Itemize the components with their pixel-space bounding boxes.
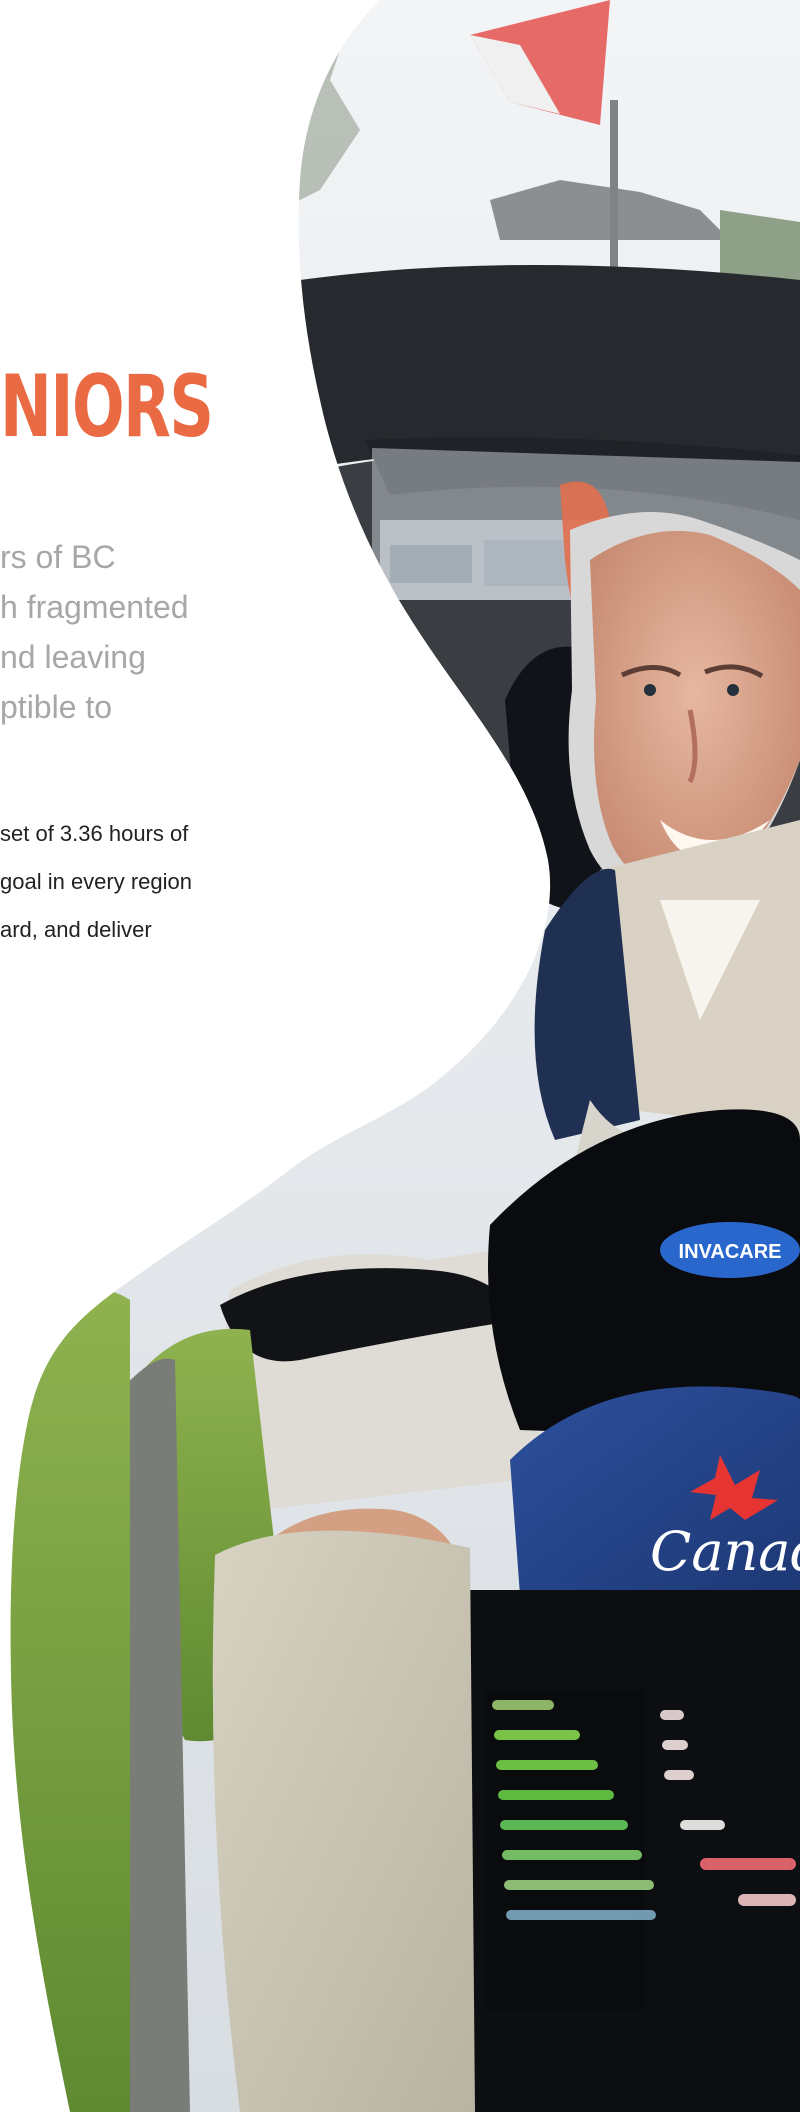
- section-heading: NIORS: [0, 357, 214, 457]
- body-line: set of 3.36 hours of: [0, 821, 189, 846]
- intro-line: h fragmented: [0, 589, 189, 625]
- body-line: ard, and deliver: [0, 917, 152, 942]
- white-wave-overlay: [0, 0, 551, 2112]
- intro-line: rs of BC: [0, 539, 116, 575]
- intro-text: rs of BC h fragmented nd leaving ptible …: [0, 532, 230, 732]
- page-canvas: INVACARE Canad: [0, 0, 800, 2112]
- body-text: set of 3.36 hours of goal in every regio…: [0, 810, 240, 954]
- body-line: goal in every region: [0, 869, 193, 894]
- intro-line: ptible to: [0, 689, 113, 725]
- intro-line: nd leaving: [0, 639, 146, 675]
